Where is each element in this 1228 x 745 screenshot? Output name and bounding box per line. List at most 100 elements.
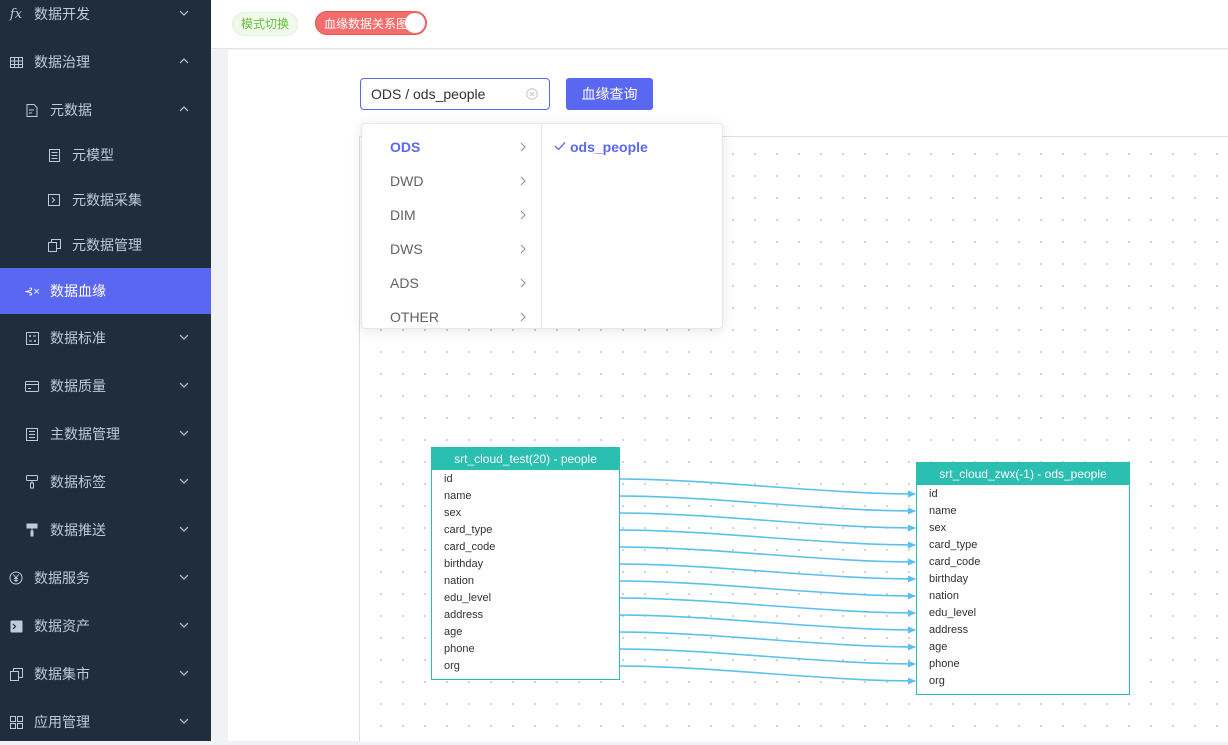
chevron-right-icon <box>520 176 526 186</box>
sidebar-item-metadata-collect[interactable]: 元数据采集 <box>0 178 211 222</box>
cascader-level1-menu: ODS DWD DIM DWS ADS OTHER <box>362 124 542 328</box>
cascader-level2-menu: ods_people <box>542 124 722 328</box>
sidebar-item-data-push[interactable]: 数据推送 <box>0 507 211 553</box>
sidebar: fx 数据开发数据治理元数据元模型元数据采集元数据管理 ⊰× 数据血缘数据标准数据质量… <box>0 0 211 741</box>
sidebar-item-data-governance[interactable]: 数据治理 <box>0 39 211 85</box>
field-row: nation <box>929 590 959 602</box>
sidebar-item-label: 主数据管理 <box>50 426 120 442</box>
sidebar-item-data-asset[interactable]: 数据资产 <box>0 603 211 649</box>
sidebar-item-label: 元数据 <box>50 102 92 118</box>
table-cascader-input[interactable]: ODS / ods_people <box>360 78 550 110</box>
target-table-title: srt_cloud_zwx(-1) - ods_people <box>917 463 1129 485</box>
chevron-down-icon <box>179 526 189 532</box>
grid-icon <box>8 54 24 70</box>
sidebar-item-data-tag[interactable]: 数据标签 <box>0 459 211 505</box>
cascader-option-label: ADS <box>390 275 419 291</box>
clear-circle-icon[interactable] <box>526 88 538 100</box>
field-row: edu_level <box>929 607 977 619</box>
chevron-right-icon <box>520 278 526 288</box>
apps-icon <box>8 714 24 730</box>
cascader-option-dwd[interactable]: DWD <box>362 164 541 198</box>
sidebar-item-data-service[interactable]: 数据服务 <box>0 555 211 601</box>
target-table-node[interactable]: srt_cloud_zwx(-1) - ods_people id name sex… <box>916 462 1130 695</box>
field-row: org <box>444 660 460 672</box>
standard-icon <box>24 330 40 346</box>
sidebar-item-metadata[interactable]: 元数据 <box>0 87 211 133</box>
sidebar-item-label: 元模型 <box>72 147 114 163</box>
field-row: id <box>444 473 453 485</box>
field-row: phone <box>444 643 475 655</box>
sidebar-item-data-lineage[interactable]: ⊰× 数据血缘 <box>0 268 211 314</box>
chevron-down-icon <box>179 334 189 340</box>
field-row: nation <box>444 575 474 587</box>
field-row: address <box>444 609 484 621</box>
chevron-right-icon <box>520 210 526 220</box>
cascader-value: ODS / ods_people <box>371 86 486 102</box>
console-icon <box>8 618 24 634</box>
source-table-node[interactable]: srt_cloud_test(20) - people id name sex car… <box>431 447 620 680</box>
cascader-option-dws[interactable]: DWS <box>362 232 541 266</box>
sidebar-item-app-manage[interactable]: 应用管理 <box>0 699 211 745</box>
file-icon <box>24 102 40 118</box>
cascader-option-ods[interactable]: ODS <box>362 130 541 164</box>
cascader-option-label: DWS <box>390 241 423 257</box>
lineage-query-button[interactable]: 血缘查询 <box>566 78 653 110</box>
chevron-down-icon <box>179 670 189 676</box>
sidebar-item-label: 数据质量 <box>50 378 106 394</box>
field-row: card_code <box>444 541 496 553</box>
cascader-option-dim[interactable]: DIM <box>362 198 541 232</box>
sidebar-item-label: 数据集市 <box>34 666 90 682</box>
roller-icon <box>24 522 40 538</box>
chevron-right-icon <box>520 312 526 322</box>
field-row: sex <box>929 522 947 534</box>
sidebar-item-data-mart[interactable]: 数据集市 <box>0 651 211 697</box>
cascader-option-label: ods_people <box>570 139 648 155</box>
list-icon <box>24 426 40 442</box>
field-row: address <box>929 624 969 636</box>
field-row: birthday <box>929 573 969 585</box>
sidebar-item-data-dev[interactable]: fx 数据开发 <box>0 0 211 37</box>
field-row: card_type <box>929 539 978 551</box>
sidebar-item-label: 数据血缘 <box>50 283 106 299</box>
field-row: card_code <box>929 556 981 568</box>
cascader-dropdown: ODS DWD DIM DWS ADS OTHER ods_people <box>361 123 723 329</box>
source-table-title: srt_cloud_test(20) - people <box>432 448 619 470</box>
chevron-down-icon <box>179 10 189 16</box>
cascader-option-other[interactable]: OTHER <box>362 300 541 328</box>
lineage-graph-switch[interactable]: 血缘数据关系图 <box>315 11 427 35</box>
field-row: name <box>444 490 472 502</box>
field-row: name <box>929 505 957 517</box>
sidebar-item-label: 元数据采集 <box>72 192 142 208</box>
sidebar-item-data-standard[interactable]: 数据标准 <box>0 315 211 361</box>
mode-switch-tag[interactable]: 模式切换 <box>232 12 299 36</box>
chevron-down-icon <box>179 382 189 388</box>
chevron-down-icon <box>179 718 189 724</box>
chevron-right-icon <box>520 244 526 254</box>
sidebar-item-data-quality[interactable]: 数据质量 <box>0 363 211 409</box>
lineage-graph-switch-label: 血缘数据关系图 <box>324 17 409 31</box>
chevron-down-icon <box>179 430 189 436</box>
sidebar-item-label: 数据标准 <box>50 330 106 346</box>
chevron-down-icon <box>179 478 189 484</box>
cascader-option-ods-people[interactable]: ods_people <box>542 130 722 164</box>
sidebar-item-master-data[interactable]: 主数据管理 <box>0 411 211 457</box>
sidebar-item-label: 数据治理 <box>34 54 90 70</box>
cascader-option-label: OTHER <box>390 309 439 325</box>
switch-knob <box>405 13 425 33</box>
sidebar-item-metadata-manage[interactable]: 元数据管理 <box>0 223 211 267</box>
top-toolbar: 模式切换 血缘数据关系图 <box>211 0 1228 49</box>
brush-icon <box>24 474 40 490</box>
field-row: age <box>444 626 463 638</box>
yen-icon <box>8 570 24 586</box>
field-row: card_type <box>444 524 493 536</box>
sidebar-item-label: 数据标签 <box>50 474 106 490</box>
sidebar-item-label: 应用管理 <box>34 714 90 730</box>
chevron-down-icon <box>179 622 189 628</box>
field-row: phone <box>929 658 960 670</box>
sidebar-item-meta-model[interactable]: 元模型 <box>0 133 211 177</box>
field-row: id <box>929 488 938 500</box>
sidebar-item-label: 数据开发 <box>34 6 90 22</box>
check-icon <box>554 142 566 151</box>
cascader-option-ads[interactable]: ADS <box>362 266 541 300</box>
fx-icon: fx <box>9 6 23 22</box>
